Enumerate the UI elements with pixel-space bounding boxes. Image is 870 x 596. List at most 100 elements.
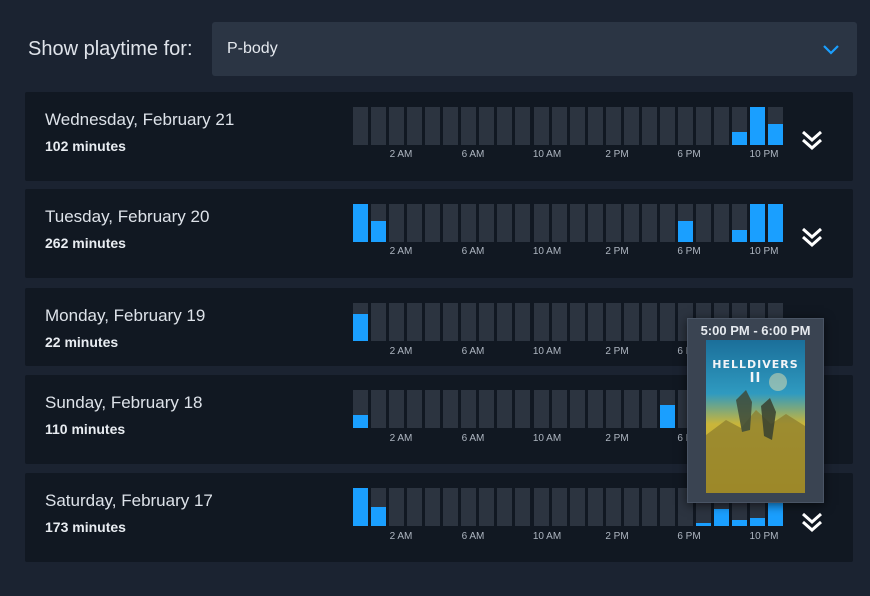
hour-bar[interactable] [443,107,458,145]
hour-bar[interactable] [497,390,512,428]
hour-bar[interactable] [606,107,621,145]
hour-bar[interactable] [534,204,549,242]
hour-bar[interactable] [353,303,368,341]
hour-bar[interactable] [479,488,494,526]
hour-bar[interactable] [461,303,476,341]
hour-bar[interactable] [371,390,386,428]
hour-bar[interactable] [425,303,440,341]
hour-bar[interactable] [407,204,422,242]
hour-bar[interactable] [515,488,530,526]
hour-bar[interactable] [714,204,729,242]
hour-bar[interactable] [515,204,530,242]
double-chevron-down-icon[interactable] [800,128,824,152]
hour-bar[interactable] [624,488,639,526]
hour-bar[interactable] [534,488,549,526]
hour-bar[interactable] [461,107,476,145]
hour-bar[interactable] [768,204,783,242]
hour-bar[interactable] [479,107,494,145]
hour-bar[interactable] [497,107,512,145]
hour-bar[interactable] [732,204,747,242]
hour-bar[interactable] [588,204,603,242]
hour-bar[interactable] [660,107,675,145]
hour-bar[interactable] [624,303,639,341]
hour-bar[interactable] [479,204,494,242]
hour-bar[interactable] [371,204,386,242]
hour-bar[interactable] [552,390,567,428]
hour-bar[interactable] [660,488,675,526]
hour-bar[interactable] [588,107,603,145]
hour-bar[interactable] [353,390,368,428]
hour-bar[interactable] [642,107,657,145]
hour-bar[interactable] [696,107,711,145]
hour-bar[interactable] [515,390,530,428]
hour-bar[interactable] [443,303,458,341]
hour-bar[interactable] [353,488,368,526]
hour-bar[interactable] [552,488,567,526]
hour-bar[interactable] [678,107,693,145]
hour-bar[interactable] [425,390,440,428]
hour-bar[interactable] [642,488,657,526]
hour-bar[interactable] [696,204,711,242]
double-chevron-down-icon[interactable] [800,510,824,534]
hour-bar[interactable] [389,390,404,428]
hour-bar[interactable] [552,107,567,145]
hour-bar[interactable] [660,204,675,242]
hour-bar[interactable] [515,107,530,145]
hour-bar[interactable] [552,303,567,341]
hour-bar[interactable] [606,390,621,428]
hour-bar[interactable] [443,488,458,526]
hour-bar[interactable] [588,390,603,428]
hour-bar[interactable] [678,204,693,242]
hour-bar[interactable] [570,107,585,145]
hour-bar[interactable] [461,390,476,428]
hour-bar[interactable] [353,204,368,242]
hour-bar[interactable] [588,488,603,526]
hour-bar[interactable] [552,204,567,242]
hour-bar[interactable] [768,107,783,145]
hour-bar[interactable] [515,303,530,341]
hour-bar[interactable] [570,390,585,428]
hour-bar[interactable] [371,107,386,145]
hour-bar[interactable] [534,390,549,428]
hour-bar[interactable] [750,204,765,242]
hour-bar[interactable] [479,390,494,428]
hour-bar[interactable] [642,303,657,341]
hour-bar[interactable] [479,303,494,341]
hour-bar[interactable] [497,204,512,242]
hour-bar[interactable] [660,303,675,341]
hour-bar[interactable] [588,303,603,341]
hour-bar[interactable] [425,204,440,242]
double-chevron-down-icon[interactable] [800,225,824,249]
hour-bar[interactable] [389,303,404,341]
hour-bar[interactable] [443,204,458,242]
hour-bar[interactable] [497,488,512,526]
hour-bar[interactable] [353,107,368,145]
hour-bar[interactable] [371,488,386,526]
hour-bar[interactable] [570,303,585,341]
hour-bar[interactable] [389,107,404,145]
hour-bar[interactable] [389,204,404,242]
hour-bar[interactable] [624,390,639,428]
hour-bar[interactable] [534,303,549,341]
hour-bar[interactable] [389,488,404,526]
hour-bar[interactable] [750,107,765,145]
hour-bar[interactable] [407,107,422,145]
hour-bar[interactable] [570,488,585,526]
hour-bar[interactable] [425,488,440,526]
hour-bar[interactable] [570,204,585,242]
hour-bar[interactable] [732,107,747,145]
hour-bar[interactable] [407,303,422,341]
player-select[interactable]: P-body [212,22,857,76]
hour-bar[interactable] [624,107,639,145]
hour-bar[interactable] [371,303,386,341]
hour-bar[interactable] [642,204,657,242]
hour-bar[interactable] [714,107,729,145]
hour-bar[interactable] [642,390,657,428]
hour-bar[interactable] [443,390,458,428]
hour-bar[interactable] [425,107,440,145]
hour-bar[interactable] [497,303,512,341]
hour-bar[interactable] [606,488,621,526]
hour-bar[interactable] [606,204,621,242]
hour-bar[interactable] [606,303,621,341]
hour-bar[interactable] [461,204,476,242]
